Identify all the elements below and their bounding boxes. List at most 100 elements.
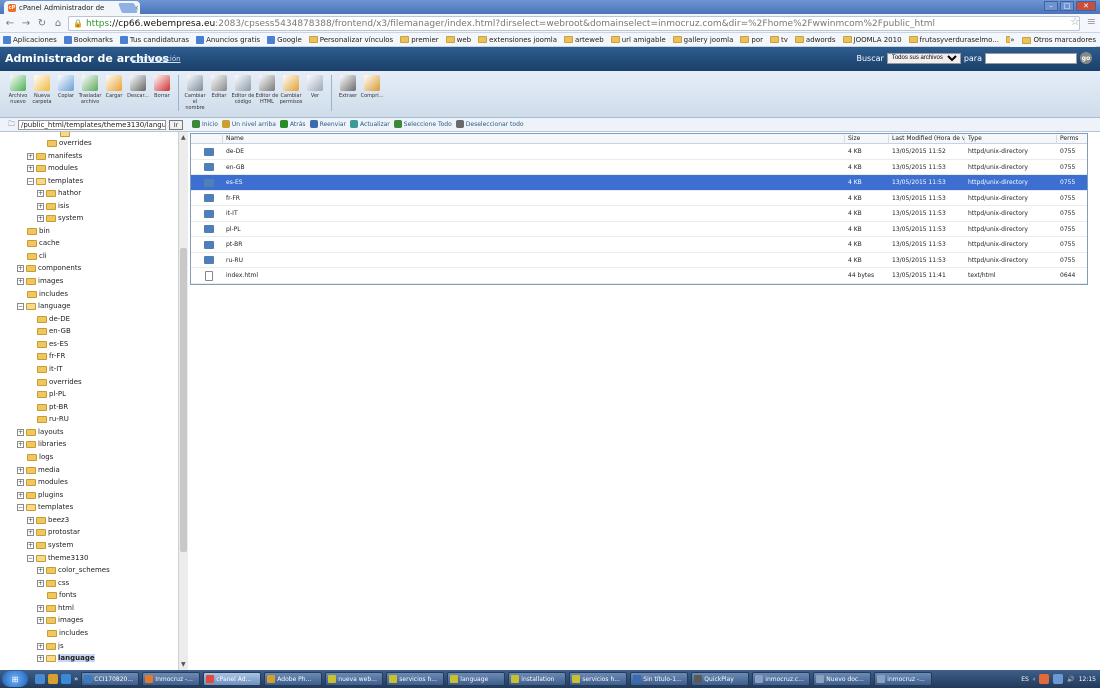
directory-tree[interactable]: overrides + manifests + modules − templates + ha…	[0, 132, 188, 670]
expand-icon[interactable]: +	[27, 164, 34, 172]
taskbar-window-button[interactable]: installation	[508, 672, 567, 686]
copy-button[interactable]: Copiar	[54, 71, 78, 99]
nav-action[interactable]: Inicio	[192, 120, 218, 128]
tree-item[interactable]: + manifests	[27, 151, 82, 161]
reload-icon[interactable]: ↻	[36, 17, 48, 29]
tree-item[interactable]: + system	[37, 213, 83, 223]
table-row[interactable]: en-GB 4 KB 13/05/2015 11:53 httpd/unix-dire…	[191, 160, 1087, 175]
compress-button[interactable]: Compri...	[360, 71, 384, 99]
tree-item[interactable]: es-ES	[37, 339, 68, 349]
tree-item[interactable]: − templates	[17, 502, 73, 512]
tree-item[interactable]: cache	[27, 238, 60, 248]
expand-icon[interactable]: +	[17, 428, 24, 436]
search-scope-select[interactable]: Todos sus archivos	[886, 52, 961, 64]
bookmark-item[interactable]: premier	[400, 36, 439, 44]
taskbar-window-button[interactable]: Inmocruz -...	[142, 672, 201, 686]
minimize-icon[interactable]: –	[1044, 1, 1058, 11]
tree-item[interactable]: cli	[27, 251, 47, 261]
nav-action[interactable]: Reenviar	[309, 120, 346, 128]
back-arrow-icon[interactable]: ←	[4, 17, 16, 29]
upload-button[interactable]: Cargar	[102, 71, 126, 99]
taskbar-window-button[interactable]: Adobe Ph...	[264, 672, 323, 686]
forward-arrow-icon[interactable]: →	[20, 17, 32, 29]
header-last-modified[interactable]: Last Modified (Hora de ve	[889, 135, 965, 144]
collapse-icon[interactable]: −	[27, 177, 34, 185]
other-bookmarks-folder[interactable]: Otros marcadores	[1022, 36, 1096, 44]
bookmark-item[interactable]: extensiones joomla	[478, 36, 557, 44]
bookmarks-more-button[interactable]: »	[1010, 36, 1014, 44]
taskbar-window-button[interactable]: language	[447, 672, 506, 686]
tree-item[interactable]: de-DE	[37, 314, 70, 324]
change-permissions-button[interactable]: Cambiar permisos	[279, 71, 303, 105]
volume-icon[interactable]: 🔊	[1067, 676, 1074, 683]
collapse-icon[interactable]: −	[17, 503, 24, 511]
tree-item[interactable]: logs	[27, 452, 53, 462]
expand-icon[interactable]: +	[27, 528, 34, 536]
expand-icon[interactable]: +	[37, 214, 44, 222]
tree-item[interactable]: − language	[17, 301, 71, 311]
bookmark-item[interactable]: arteweb	[564, 36, 604, 44]
tree-item[interactable]: + images	[17, 276, 63, 286]
tree-item[interactable]: includes	[27, 289, 68, 299]
maximize-icon[interactable]: □	[1060, 1, 1074, 11]
table-row[interactable]: de-DE 4 KB 13/05/2015 11:52 httpd/unix-dire…	[191, 144, 1087, 160]
taskbar-window-button[interactable]: nueva web...	[325, 672, 384, 686]
nav-action[interactable]: Seleccione Todo	[393, 120, 452, 128]
expand-icon[interactable]: +	[37, 642, 44, 650]
search-input[interactable]	[985, 52, 1077, 64]
tree-item[interactable]: + images	[37, 615, 83, 625]
expand-icon[interactable]: +	[37, 604, 44, 612]
tray-arrow-icon[interactable]: ‹	[1033, 676, 1035, 683]
tree-item[interactable]: + beez3	[27, 515, 69, 525]
bookmark-item[interactable]: tv	[770, 36, 788, 44]
move-file-button[interactable]: Trasladar archivo	[78, 71, 102, 105]
tree-item[interactable]: en-GB	[37, 326, 71, 336]
expand-icon[interactable]: +	[27, 152, 34, 160]
tree-item[interactable]: + media	[17, 465, 60, 475]
expand-icon[interactable]: +	[17, 491, 24, 499]
delete-button[interactable]: Borrar	[150, 71, 174, 99]
expand-icon[interactable]: +	[17, 440, 24, 448]
windows-start-icon[interactable]: ⊞	[2, 671, 28, 687]
bookmark-item[interactable]: por	[740, 36, 763, 44]
table-row[interactable]: index.html 44 bytes 13/05/2015 11:41 text/h…	[191, 268, 1087, 284]
close-window-icon[interactable]: ✕	[1076, 1, 1096, 11]
taskbar-window-button[interactable]: inmocruz.c...	[752, 672, 811, 686]
header-size[interactable]: Size	[845, 135, 889, 144]
extract-button[interactable]: Extraer	[336, 71, 360, 99]
rename-button[interactable]: Cambiar el nombre	[183, 71, 207, 111]
taskbar-window-button[interactable]: inmocruz -...	[874, 672, 933, 686]
taskbar-window-button[interactable]: servicios h...	[386, 672, 445, 686]
new-tab-button[interactable]	[118, 3, 138, 13]
collapse-icon[interactable]: −	[17, 302, 24, 310]
expand-icon[interactable]: +	[37, 202, 44, 210]
tree-item[interactable]: + isis	[37, 201, 69, 211]
bookmark-item[interactable]: gallery joomla	[672, 36, 733, 44]
tree-item[interactable]: ru-RU	[37, 414, 69, 424]
tree-item[interactable]: pl-PL	[37, 389, 66, 399]
tree-item[interactable]: + css	[37, 578, 69, 588]
edit-button[interactable]: Editar	[207, 71, 231, 99]
taskbar-window-button[interactable]: Nuevo doc...	[813, 672, 872, 686]
collapse-icon[interactable]: −	[27, 554, 34, 562]
tree-scrollbar[interactable]: ▲ ▼	[178, 132, 188, 670]
new-file-button[interactable]: Archivo nuevo	[6, 71, 30, 105]
bookmark-item[interactable]: JOOMLA 2010	[842, 36, 902, 44]
view-button[interactable]: Ver	[303, 71, 327, 99]
configuration-link[interactable]: Configuración	[132, 55, 181, 63]
nav-action[interactable]: Un nivel arriba	[221, 120, 276, 128]
tree-item[interactable]: overrides	[37, 377, 82, 387]
expand-icon[interactable]: +	[37, 579, 44, 587]
tree-item[interactable]: overrides	[47, 138, 92, 148]
tree-item[interactable]: + components	[17, 263, 81, 273]
bookmark-star-icon[interactable]: ☆	[1070, 15, 1080, 28]
nav-action[interactable]: Actualizar	[350, 120, 390, 128]
expand-icon[interactable]: +	[27, 516, 34, 524]
table-row[interactable]: fr-FR 4 KB 13/05/2015 11:53 httpd/unix-dire…	[191, 191, 1087, 206]
expand-icon[interactable]: +	[17, 466, 24, 474]
bookmark-item[interactable]: adwords	[794, 36, 836, 44]
tree-item[interactable]: + modules	[17, 477, 68, 487]
table-row[interactable]: es-ES 4 KB 13/05/2015 11:53 httpd/unix-dire…	[191, 175, 1087, 191]
expand-icon[interactable]: +	[37, 616, 44, 624]
tree-item[interactable]: + plugins	[17, 490, 63, 500]
